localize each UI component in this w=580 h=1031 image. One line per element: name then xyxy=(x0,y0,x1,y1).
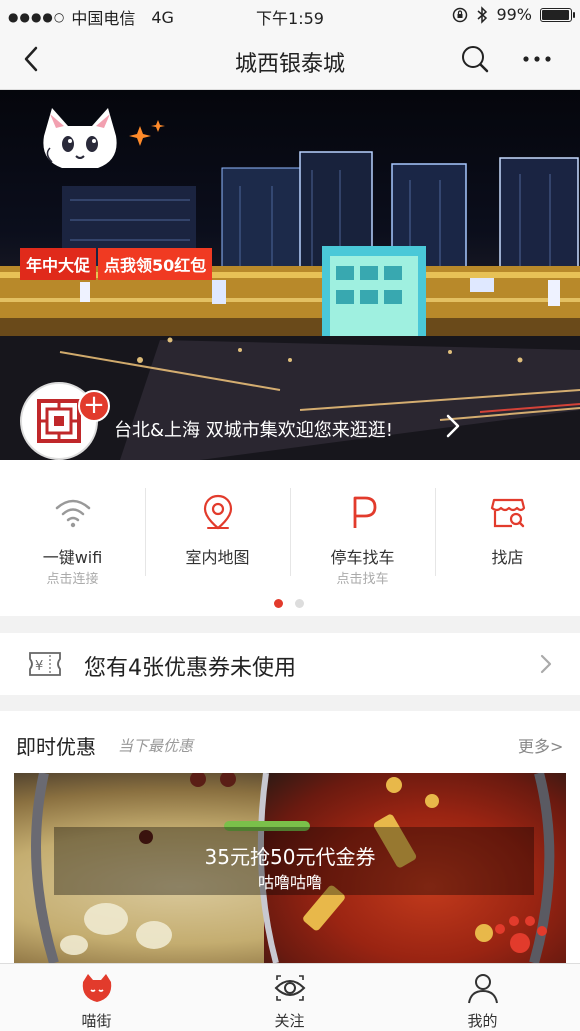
user-icon xyxy=(467,974,498,1004)
tab-follow[interactable]: 关注 xyxy=(193,964,386,1031)
more-link-label: 更多 xyxy=(518,737,551,756)
chevron-right-icon: > xyxy=(550,737,564,756)
coupon-text: 您有4张优惠券未使用 xyxy=(84,656,296,681)
deal-title: 35元抢50元代金券 xyxy=(204,845,376,869)
page-dot[interactable] xyxy=(295,599,304,608)
quick-actions: 一键wifi 点击连接 室内地图 停车找车 点击找车 找店 xyxy=(0,460,580,616)
quick-action-label: 室内地图 xyxy=(185,548,250,567)
tab-label: 喵街 xyxy=(81,1012,112,1030)
tab-miaojie[interactable]: 喵街 xyxy=(0,964,193,1031)
eye-icon xyxy=(274,975,305,1001)
quick-action-wifi[interactable]: 一键wifi 点击连接 xyxy=(0,460,145,590)
chevron-right-icon[interactable] xyxy=(442,412,464,440)
lock-rotation-icon xyxy=(453,7,468,22)
quick-action-label: 一键wifi xyxy=(42,548,103,567)
parking-icon xyxy=(353,496,376,528)
wifi-icon xyxy=(55,499,90,528)
bluetooth-icon xyxy=(477,5,488,24)
quick-action-sub: 点击连接 xyxy=(46,572,99,587)
page-dot-active[interactable] xyxy=(274,599,283,608)
bottom-tab-bar: 喵街 关注 我的 xyxy=(0,963,580,1031)
coupon-ticket-icon: ¥ xyxy=(29,652,61,676)
page-indicator xyxy=(274,599,304,608)
banner-caption: 台北&上海 双城市集欢迎您来逛逛! xyxy=(114,420,393,441)
promo-tag-red-packet[interactable]: 点我领50红包 xyxy=(98,248,213,280)
deal-merchant: 咕噜咕噜 xyxy=(257,873,322,892)
search-icon[interactable] xyxy=(460,44,490,74)
status-bar: ●●●●○ 中国电信 4G 下午1:59 99% xyxy=(0,0,580,30)
instant-deals-section: 即时优惠 当下最优惠 更多> 35元抢50元代金券 咕噜咕噜 xyxy=(0,711,580,963)
quick-action-sub: 点击找车 xyxy=(336,572,389,587)
section-title: 即时优惠 xyxy=(16,735,96,759)
more-options-icon[interactable] xyxy=(520,44,554,74)
cat-icon xyxy=(82,974,111,1002)
battery-percent: 99% xyxy=(496,5,532,24)
navigation-bar: 城西银泰城 xyxy=(0,30,580,90)
quick-action-label: 停车找车 xyxy=(330,548,395,567)
tab-label: 我的 xyxy=(467,1012,498,1030)
tab-me[interactable]: 我的 xyxy=(386,964,579,1031)
location-pin-icon xyxy=(203,494,232,530)
chevron-right-icon xyxy=(540,654,552,674)
follow-plus-button[interactable]: + xyxy=(78,390,110,422)
promo-tag-sale: 年中大促 xyxy=(20,248,97,280)
coupon-icon-text: ¥ xyxy=(35,659,43,674)
coupon-reminder-row[interactable]: ¥ 您有4张优惠券未使用 xyxy=(0,633,580,695)
tab-label: 关注 xyxy=(274,1012,305,1030)
deal-card[interactable]: 35元抢50元代金券 咕噜咕噜 xyxy=(14,773,566,963)
quick-action-label: 找店 xyxy=(491,548,524,567)
promo-tags[interactable]: 年中大促 点我领50红包 xyxy=(20,248,213,280)
page-title: 城西银泰城 xyxy=(234,52,345,77)
cat-mascot xyxy=(43,108,117,168)
quick-action-indoor-map[interactable]: 室内地图 xyxy=(145,460,290,590)
quick-action-parking[interactable]: 停车找车 点击找车 xyxy=(290,460,435,590)
battery-icon xyxy=(540,7,575,22)
more-link[interactable]: 更多> xyxy=(518,733,563,757)
section-subtitle: 当下最优惠 xyxy=(118,737,194,755)
quick-action-find-store[interactable]: 找店 xyxy=(435,460,580,590)
sparkle-icons xyxy=(129,120,165,146)
store-search-icon xyxy=(490,498,525,528)
